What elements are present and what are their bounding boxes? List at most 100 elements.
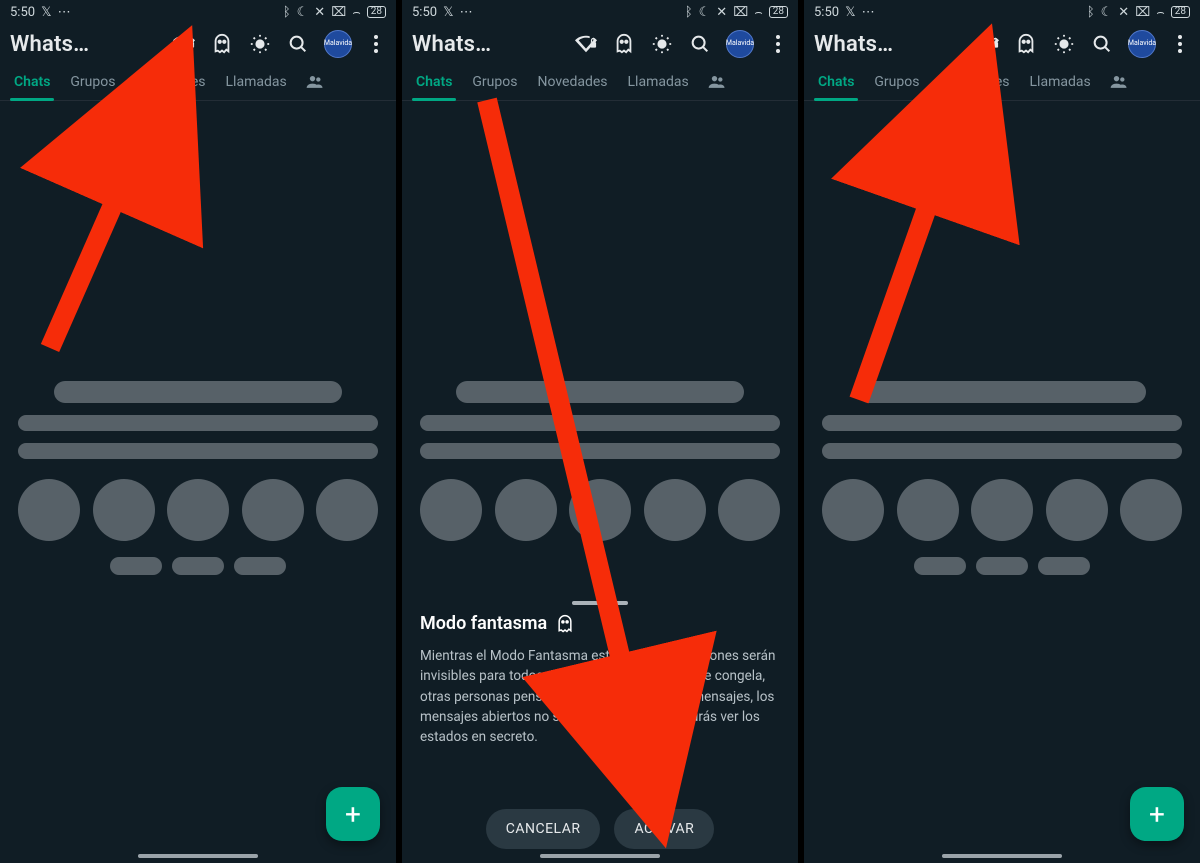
tab-bar: Chats Grupos Novedades Llamadas	[402, 64, 798, 101]
battery-level: 28	[367, 6, 386, 18]
menu-button[interactable]	[366, 35, 386, 53]
tab-chats[interactable]: Chats	[408, 64, 460, 100]
tab-chats[interactable]: Chats	[810, 64, 862, 100]
placeholder-avatar	[971, 479, 1033, 541]
placeholder-bar	[822, 415, 1182, 431]
placeholder-chip	[234, 557, 286, 575]
contacts-icon[interactable]	[701, 64, 731, 100]
placeholder-bar	[18, 415, 378, 431]
placeholder-chip	[110, 557, 162, 575]
placeholder-avatar	[1046, 479, 1108, 541]
avatar-label: Malavida	[726, 40, 754, 48]
ghost-icon[interactable]	[210, 32, 234, 56]
search-icon[interactable]	[688, 32, 712, 56]
brightness-icon[interactable]	[248, 32, 272, 56]
tab-llamadas[interactable]: Llamadas	[218, 64, 295, 100]
moon-icon: ☾	[1101, 6, 1113, 19]
ghost-icon	[555, 614, 575, 634]
bluetooth-icon: ᛒ	[685, 6, 693, 19]
menu-button[interactable]	[768, 35, 788, 53]
bluetooth-icon: ᛒ	[1087, 6, 1095, 19]
app-header: Whats… Malavida	[804, 22, 1200, 64]
mute-icon: ✕	[716, 6, 727, 19]
placeholder-avatar	[242, 479, 304, 541]
home-indicator[interactable]	[138, 854, 258, 858]
wifi-lock-icon[interactable]	[976, 32, 1000, 56]
status-x-icon: 𝕏	[443, 6, 453, 19]
activate-button[interactable]: ACTIVAR	[614, 809, 714, 849]
status-time: 5:50	[412, 6, 437, 19]
wifi-icon: ⌢	[754, 6, 763, 19]
status-time: 5:50	[814, 6, 839, 19]
sheet-body: Mientras el Modo Fantasma esté activo, t…	[420, 646, 780, 795]
new-chat-fab[interactable]: +	[1130, 787, 1184, 841]
placeholder-chip	[172, 557, 224, 575]
status-bar: 5:50 𝕏 ⋯ ᛒ ☾ ✕ ⌧ ⌢ 28	[0, 0, 396, 22]
app-header: Whats… Malavida	[0, 22, 396, 64]
ghost-icon[interactable]	[1014, 32, 1038, 56]
placeholder-avatar	[897, 479, 959, 541]
placeholder-bar	[420, 415, 780, 431]
wifi-icon: ⌢	[352, 6, 361, 19]
tab-novedades[interactable]: Novedades	[127, 64, 213, 100]
placeholder-avatar	[167, 479, 229, 541]
placeholder-bar	[54, 381, 342, 403]
wifi-icon: ⌢	[1156, 6, 1165, 19]
status-x-icon: 𝕏	[41, 6, 51, 19]
placeholder-avatar	[822, 479, 884, 541]
wifi-lock-icon[interactable]	[574, 32, 598, 56]
plus-icon: +	[345, 798, 361, 831]
home-indicator[interactable]	[942, 854, 1062, 858]
ghost-mode-sheet: Modo fantasma Mientras el Modo Fantasma …	[402, 591, 798, 863]
app-title: Whats…	[412, 32, 491, 57]
sheet-handle[interactable]	[572, 601, 628, 605]
brightness-icon[interactable]	[650, 32, 674, 56]
moon-icon: ☾	[699, 6, 711, 19]
tab-bar: Chats Grupos Novedades Llamadas	[804, 64, 1200, 101]
tab-novedades[interactable]: Novedades	[931, 64, 1017, 100]
tab-llamadas[interactable]: Llamadas	[620, 64, 697, 100]
status-time: 5:50	[10, 6, 35, 19]
placeholder-bar	[420, 443, 780, 459]
tab-bar: Chats Grupos Novedades Llamadas	[0, 64, 396, 101]
moon-icon: ☾	[297, 6, 309, 19]
cancel-button[interactable]: CANCELAR	[486, 809, 601, 849]
mute-icon: ✕	[1118, 6, 1129, 19]
app-title: Whats…	[814, 32, 893, 57]
search-icon[interactable]	[286, 32, 310, 56]
box-icon: ⌧	[1135, 6, 1150, 19]
tab-llamadas[interactable]: Llamadas	[1022, 64, 1099, 100]
contacts-icon[interactable]	[1103, 64, 1133, 100]
search-icon[interactable]	[1090, 32, 1114, 56]
box-icon: ⌧	[331, 6, 346, 19]
app-title: Whats…	[10, 32, 89, 57]
avatar[interactable]: Malavida	[726, 30, 754, 58]
battery-level: 28	[1171, 6, 1190, 18]
status-x-icon: 𝕏	[845, 6, 855, 19]
brightness-icon[interactable]	[1052, 32, 1076, 56]
bluetooth-icon: ᛒ	[283, 6, 291, 19]
contacts-icon[interactable]	[299, 64, 329, 100]
sheet-title: Modo fantasma	[420, 613, 547, 634]
avatar[interactable]: Malavida	[1128, 30, 1156, 58]
placeholder-bar	[18, 443, 378, 459]
phone-screen-2: 5:50 𝕏 ⋯ ᛒ ☾ ✕ ⌧ ⌢ 28 Whats…	[402, 0, 798, 863]
status-bar: 5:50 𝕏 ⋯ ᛒ ☾ ✕ ⌧ ⌢ 28	[804, 0, 1200, 22]
tab-grupos[interactable]: Grupos	[866, 64, 927, 100]
placeholder-avatar	[718, 479, 780, 541]
placeholder-bar	[822, 443, 1182, 459]
new-chat-fab[interactable]: +	[326, 787, 380, 841]
tab-grupos[interactable]: Grupos	[464, 64, 525, 100]
avatar[interactable]: Malavida	[324, 30, 352, 58]
mute-icon: ✕	[314, 6, 325, 19]
ghost-icon[interactable]	[612, 32, 636, 56]
menu-button[interactable]	[1170, 35, 1190, 53]
app-header: Whats… Malavida	[402, 22, 798, 64]
home-indicator[interactable]	[540, 854, 660, 858]
tab-grupos[interactable]: Grupos	[62, 64, 123, 100]
tab-novedades[interactable]: Novedades	[529, 64, 615, 100]
placeholder-avatar	[18, 479, 80, 541]
tab-chats[interactable]: Chats	[6, 64, 58, 100]
placeholder-bar	[456, 381, 744, 403]
wifi-lock-icon[interactable]	[172, 32, 196, 56]
